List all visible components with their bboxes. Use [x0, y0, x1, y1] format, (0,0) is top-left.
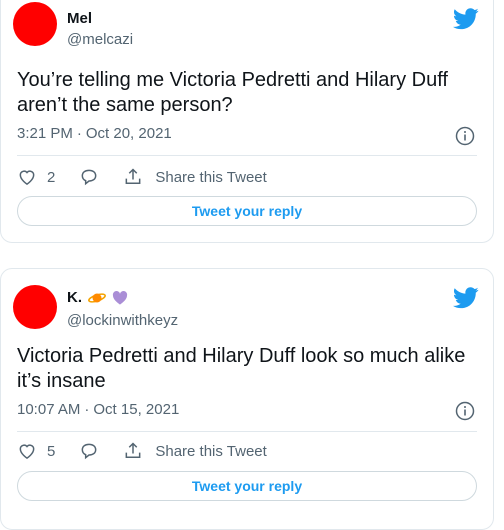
tweet-date: Oct 15, 2021 — [93, 401, 180, 418]
author-name-text: K. — [67, 289, 82, 306]
tweet-reply-button[interactable]: Tweet your reply — [17, 471, 477, 501]
tweet-actions: 2 Share this Tweet — [17, 165, 477, 189]
author-handle[interactable]: @lockinwithkeyz — [67, 312, 178, 329]
twitter-bird-icon[interactable] — [453, 8, 479, 30]
tweet-time: 10:07 AM — [17, 401, 81, 418]
reply-icon — [81, 443, 97, 460]
tweet-time: 3:21 PM — [17, 125, 73, 142]
share-icon — [125, 442, 141, 458]
separator: · — [76, 125, 82, 142]
share-button[interactable]: Share this Tweet — [123, 441, 267, 461]
purple-heart-emoji — [113, 291, 128, 305]
reply-icon — [81, 169, 97, 186]
like-button[interactable]: 2 — [17, 167, 55, 187]
reply-button[interactable] — [79, 167, 99, 187]
heart-icon — [19, 444, 35, 459]
share-label: Share this Tweet — [155, 442, 267, 460]
divider — [17, 431, 477, 432]
divider — [17, 155, 477, 156]
tweet-date: Oct 20, 2021 — [85, 125, 172, 142]
tweet-card[interactable]: Mel @melcazi You’re telling me Victoria … — [0, 0, 494, 243]
share-button[interactable]: Share this Tweet — [123, 167, 267, 187]
like-count: 2 — [47, 168, 56, 186]
like-button[interactable]: 5 — [17, 441, 55, 461]
twitter-bird-icon[interactable] — [453, 287, 479, 309]
separator: · — [84, 401, 90, 418]
heart-icon — [19, 170, 35, 185]
avatar[interactable] — [13, 285, 57, 329]
share-label: Share this Tweet — [155, 168, 267, 186]
share-icon — [125, 168, 141, 184]
tweet-text: Victoria Pedretti and Hilary Duff look s… — [17, 345, 466, 392]
tweet-timestamp[interactable]: 10:07 AM · Oct 15, 2021 — [17, 401, 179, 418]
like-count: 5 — [47, 442, 56, 460]
avatar[interactable] — [13, 2, 57, 46]
tweet-text: You’re telling me Victoria Pedretti and … — [17, 69, 448, 116]
ringed-planet-emoji — [88, 293, 107, 303]
author-name[interactable]: Mel — [67, 10, 92, 27]
info-icon[interactable] — [455, 401, 475, 421]
author-name[interactable]: K. — [67, 289, 128, 306]
tweet-actions: 5 Share this Tweet — [17, 439, 477, 463]
tweet-timestamp[interactable]: 3:21 PM · Oct 20, 2021 — [17, 125, 172, 142]
info-icon[interactable] — [455, 126, 475, 146]
tweet-reply-button[interactable]: Tweet your reply — [17, 196, 477, 226]
tweet-card[interactable]: K. @lockinwithkeyz Victoria Pedretti and… — [0, 268, 494, 530]
reply-button[interactable] — [79, 441, 99, 461]
author-handle[interactable]: @melcazi — [67, 31, 133, 48]
